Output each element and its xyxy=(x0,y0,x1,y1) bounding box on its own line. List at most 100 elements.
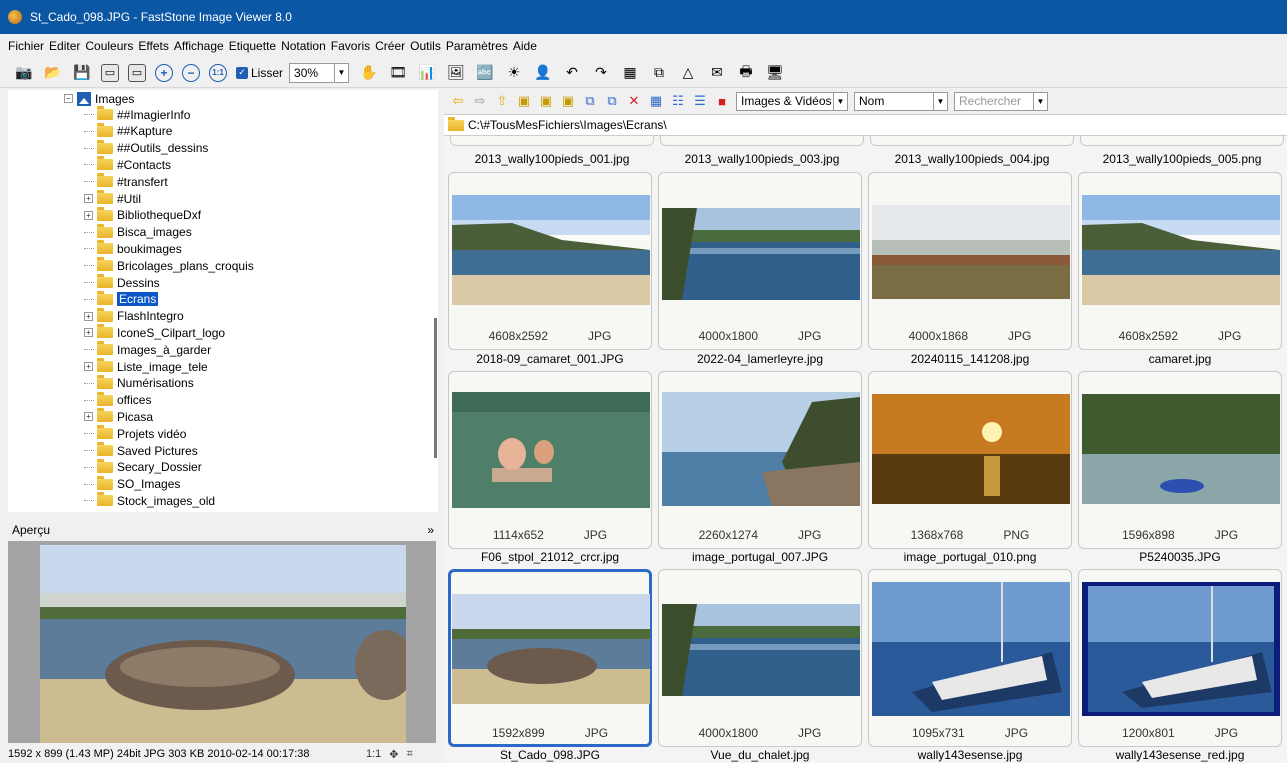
copy-to-icon[interactable]: ⧉ xyxy=(582,93,598,109)
thumbnail-card[interactable]: 1095x731 JPG xyxy=(868,569,1072,747)
tree-item[interactable]: + #Util xyxy=(84,190,141,207)
filter-select[interactable]: Images & Vidéos xyxy=(736,91,834,111)
tree-item[interactable]: #Contacts xyxy=(84,156,171,173)
thumbnail-card[interactable]: 4000x1800 JPG xyxy=(658,569,862,747)
fit-window-icon[interactable]: ▭ xyxy=(101,63,119,82)
thumbnail-card[interactable]: 1114x652 JPG xyxy=(448,371,652,549)
open-folder-icon[interactable]: 📂 xyxy=(43,63,63,83)
file-name[interactable]: 2013_wally100pieds_003.jpg xyxy=(657,152,867,166)
thumbnail-card[interactable]: 4608x2592 JPG xyxy=(448,172,652,350)
file-name[interactable]: 2018-09_camaret_001.JPG xyxy=(445,352,655,366)
expand-icon[interactable]: + xyxy=(84,362,93,371)
effects-icon[interactable]: ☀ xyxy=(504,63,524,83)
path-bar[interactable]: C:\#TousMesFichiers\Images\Ecrans\ xyxy=(444,114,1287,136)
tree-item[interactable]: Bisca_images xyxy=(84,223,192,241)
thumbnail-card[interactable] xyxy=(660,136,864,146)
tree-item[interactable]: + Picasa xyxy=(84,408,153,425)
tree-item[interactable]: + Liste_image_tele xyxy=(84,358,208,375)
tree-item[interactable]: Secary_Dossier xyxy=(84,458,202,476)
camera-icon[interactable]: 📷 xyxy=(14,63,34,83)
thumbnail-card[interactable] xyxy=(450,136,654,146)
zoom-select[interactable]: 30% xyxy=(289,62,336,83)
tree-item[interactable]: Projets vidéo xyxy=(84,425,186,442)
tree-scrollbar[interactable] xyxy=(434,318,437,458)
file-name[interactable]: F06_stpol_21012_crcr.jpg xyxy=(445,550,655,564)
menu-couleurs[interactable]: Couleurs xyxy=(85,39,133,53)
folder-tree[interactable]: − Images ##ImagierInfo ##Kapture ##Outils_… xyxy=(8,90,438,512)
fullscreen-icon[interactable]: ⌗ xyxy=(407,748,413,761)
file-name[interactable]: wally143esense.jpg xyxy=(865,748,1075,762)
file-name[interactable]: 20240115_141208.jpg xyxy=(865,352,1075,366)
edit-icon[interactable]: 🖼 xyxy=(446,63,466,83)
thumbnail-card[interactable]: 4000x1868 JPG xyxy=(868,172,1072,350)
delete-icon[interactable]: ✕ xyxy=(626,93,642,109)
tree-item[interactable]: ##Outils_dessins xyxy=(84,139,208,157)
zoom-out-icon[interactable]: − xyxy=(182,63,200,82)
menu-editer[interactable]: Editer xyxy=(49,39,80,53)
tree-item[interactable]: ##Kapture xyxy=(84,122,172,140)
menu-fichier[interactable]: Fichier xyxy=(8,39,44,53)
thumbnail-icon[interactable]: ▦ xyxy=(620,63,640,83)
thumbnail-card-selected[interactable]: 1592x899 JPG xyxy=(448,569,652,747)
menu-favoris[interactable]: Favoris xyxy=(331,39,370,53)
file-name[interactable]: wally143esense_red.jpg xyxy=(1075,748,1285,762)
tree-item[interactable]: ##ImagierInfo xyxy=(84,106,190,123)
rotate-right-icon[interactable]: ↷ xyxy=(591,63,611,83)
thumbnail-card[interactable] xyxy=(870,136,1074,146)
list-view-icon[interactable]: ☷ xyxy=(670,93,686,109)
tree-item[interactable]: Saved Pictures xyxy=(84,442,198,459)
file-name[interactable]: P5240035.JPG xyxy=(1075,550,1285,564)
file-name[interactable]: 2013_wally100pieds_005.png xyxy=(1077,152,1287,166)
search-input[interactable]: Rechercher xyxy=(954,91,1034,111)
actual-size-icon[interactable]: 1:1 xyxy=(209,63,227,82)
file-name[interactable]: image_portugal_010.png xyxy=(865,550,1075,564)
move-icon[interactable]: ▣ xyxy=(538,93,554,109)
tree-item[interactable]: offices xyxy=(84,391,151,409)
menu-notation[interactable]: Notation xyxy=(281,39,326,53)
file-name[interactable]: 2022-04_lamerleyre.jpg xyxy=(655,352,865,366)
compare-icon[interactable]: 📊 xyxy=(417,63,437,83)
menu-aide[interactable]: Aide xyxy=(513,39,537,53)
forward-icon[interactable]: ⇨ xyxy=(472,93,488,109)
menu-affichage[interactable]: Affichage xyxy=(174,39,224,53)
collapse-preview-icon[interactable]: » xyxy=(427,523,434,537)
draw-icon[interactable]: △ xyxy=(678,63,698,83)
menu-creer[interactable]: Créer xyxy=(375,39,405,53)
tree-item[interactable]: #transfert xyxy=(84,173,168,190)
collapse-icon[interactable]: − xyxy=(64,94,73,103)
thumbnail-card[interactable]: 1200x801 JPG xyxy=(1078,569,1282,747)
stop-icon[interactable]: ■ xyxy=(714,93,730,109)
actual-size-button[interactable]: 1:1 xyxy=(366,748,381,761)
thumbnail-card[interactable]: 4000x1800 JPG xyxy=(658,172,862,350)
file-name[interactable]: St_Cado_098.JPG xyxy=(445,748,655,762)
thumbnail-card[interactable]: 1368x768 PNG xyxy=(868,371,1072,549)
file-name[interactable]: image_portugal_007.JPG xyxy=(655,550,865,564)
menu-etiquette[interactable]: Etiquette xyxy=(229,39,276,53)
grid-view-icon[interactable]: ▦ xyxy=(648,93,664,109)
thumbnail-card[interactable]: 2260x1274 JPG xyxy=(658,371,862,549)
expand-icon[interactable]: + xyxy=(84,328,93,338)
tree-item[interactable]: Ecrans xyxy=(84,290,159,308)
tree-item[interactable]: Dessins xyxy=(84,274,160,291)
zoom-dropdown-icon[interactable]: ▼ xyxy=(335,62,350,83)
print-icon[interactable]: 🖶 xyxy=(736,63,756,83)
tree-item[interactable]: Images_à_garder xyxy=(84,341,211,358)
expand-icon[interactable]: + xyxy=(84,412,93,422)
search-dropdown-icon[interactable]: ▼ xyxy=(1034,91,1048,111)
back-icon[interactable]: ⇦ xyxy=(450,93,466,109)
sort-dropdown-icon[interactable]: ▼ xyxy=(934,91,948,111)
up-folder-icon[interactable]: ⇧ xyxy=(494,93,510,109)
wallpaper-icon[interactable]: 🖥 xyxy=(765,63,785,83)
fit-screen-icon[interactable]: ▭ xyxy=(128,63,146,82)
thumbnail-card[interactable]: 4608x2592 JPG xyxy=(1078,172,1282,350)
move-to-icon[interactable]: ⧉ xyxy=(604,93,620,109)
tree-item[interactable]: Stock_images_old xyxy=(84,492,215,509)
expand-icon[interactable]: + xyxy=(84,194,93,203)
thumbnail-card[interactable] xyxy=(1080,136,1284,146)
details-view-icon[interactable]: ☰ xyxy=(692,93,708,109)
menu-effets[interactable]: Effets xyxy=(138,39,168,53)
menu-outils[interactable]: Outils xyxy=(410,39,441,53)
resize-icon[interactable]: ⧉ xyxy=(649,63,669,83)
tree-root[interactable]: − Images xyxy=(64,90,134,107)
sort-select[interactable]: Nom xyxy=(854,91,934,111)
